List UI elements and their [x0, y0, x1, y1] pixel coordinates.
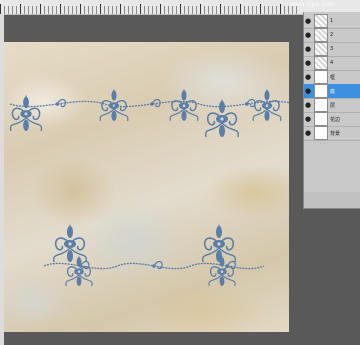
eye-icon[interactable]: ● [304, 56, 312, 70]
layers-panel-footer [304, 192, 360, 208]
eye-icon[interactable]: ● [304, 98, 312, 112]
eye-icon[interactable]: ● [304, 42, 312, 56]
layer-thumbnail [314, 126, 328, 140]
damask-motif [205, 99, 239, 138]
layer-row[interactable]: ● 底 [304, 84, 360, 99]
layer-row[interactable]: ● 4 [304, 56, 360, 71]
damask-motif [53, 224, 87, 263]
layer-name: 底 [330, 88, 336, 95]
layer-thumbnail [314, 112, 328, 126]
ruler-major-ticks [0, 4, 300, 14]
layer-row[interactable]: ● 花边 [304, 112, 360, 127]
damask-motif [208, 255, 236, 287]
damask-motif [9, 94, 43, 132]
layer-thumbnail [314, 84, 328, 98]
layer-row[interactable]: ● 2 [304, 28, 360, 43]
layer-thumbnail [314, 42, 328, 56]
layer-thumbnail [314, 28, 328, 42]
layer-thumbnail [314, 70, 328, 84]
layer-row[interactable]: ● 框 [304, 70, 360, 85]
layer-thumbnail [314, 98, 328, 112]
eye-icon[interactable]: ● [304, 84, 312, 98]
ornament-artwork [9, 88, 289, 287]
layer-thumbnail [314, 56, 328, 70]
layers-panel: ● 1 ● 2 ● 3 ● 4 ● 框 ● 底 ● 层 ● 花边 ● 背景 [303, 12, 360, 209]
layer-name: 3 [330, 46, 334, 52]
watermark: www.nipic.com [290, 1, 336, 8]
layer-name: 背景 [330, 130, 341, 137]
layer-row[interactable]: ● 背景 [304, 126, 360, 141]
eye-icon[interactable]: ● [304, 112, 312, 126]
damask-motif [252, 88, 282, 122]
layer-name: 4 [330, 60, 334, 66]
document-canvas[interactable] [4, 42, 289, 332]
layer-name: 1 [330, 18, 334, 24]
damask-motif [99, 88, 129, 122]
layer-row[interactable]: ● 3 [304, 42, 360, 57]
eye-icon[interactable]: ● [304, 14, 312, 28]
layer-thumbnail [314, 14, 328, 28]
layer-name: 2 [330, 32, 334, 38]
damask-motif [169, 88, 199, 122]
eye-icon[interactable]: ● [304, 70, 312, 84]
eye-icon[interactable]: ● [304, 126, 312, 140]
layer-row[interactable]: ● 层 [304, 98, 360, 113]
damask-motif [202, 224, 236, 263]
layer-name: 框 [330, 74, 336, 81]
layer-row[interactable]: ● 1 [304, 14, 360, 29]
vine-border [9, 98, 289, 108]
layer-name: 花边 [330, 116, 341, 123]
eye-icon[interactable]: ● [304, 28, 312, 42]
layer-name: 层 [330, 102, 336, 109]
